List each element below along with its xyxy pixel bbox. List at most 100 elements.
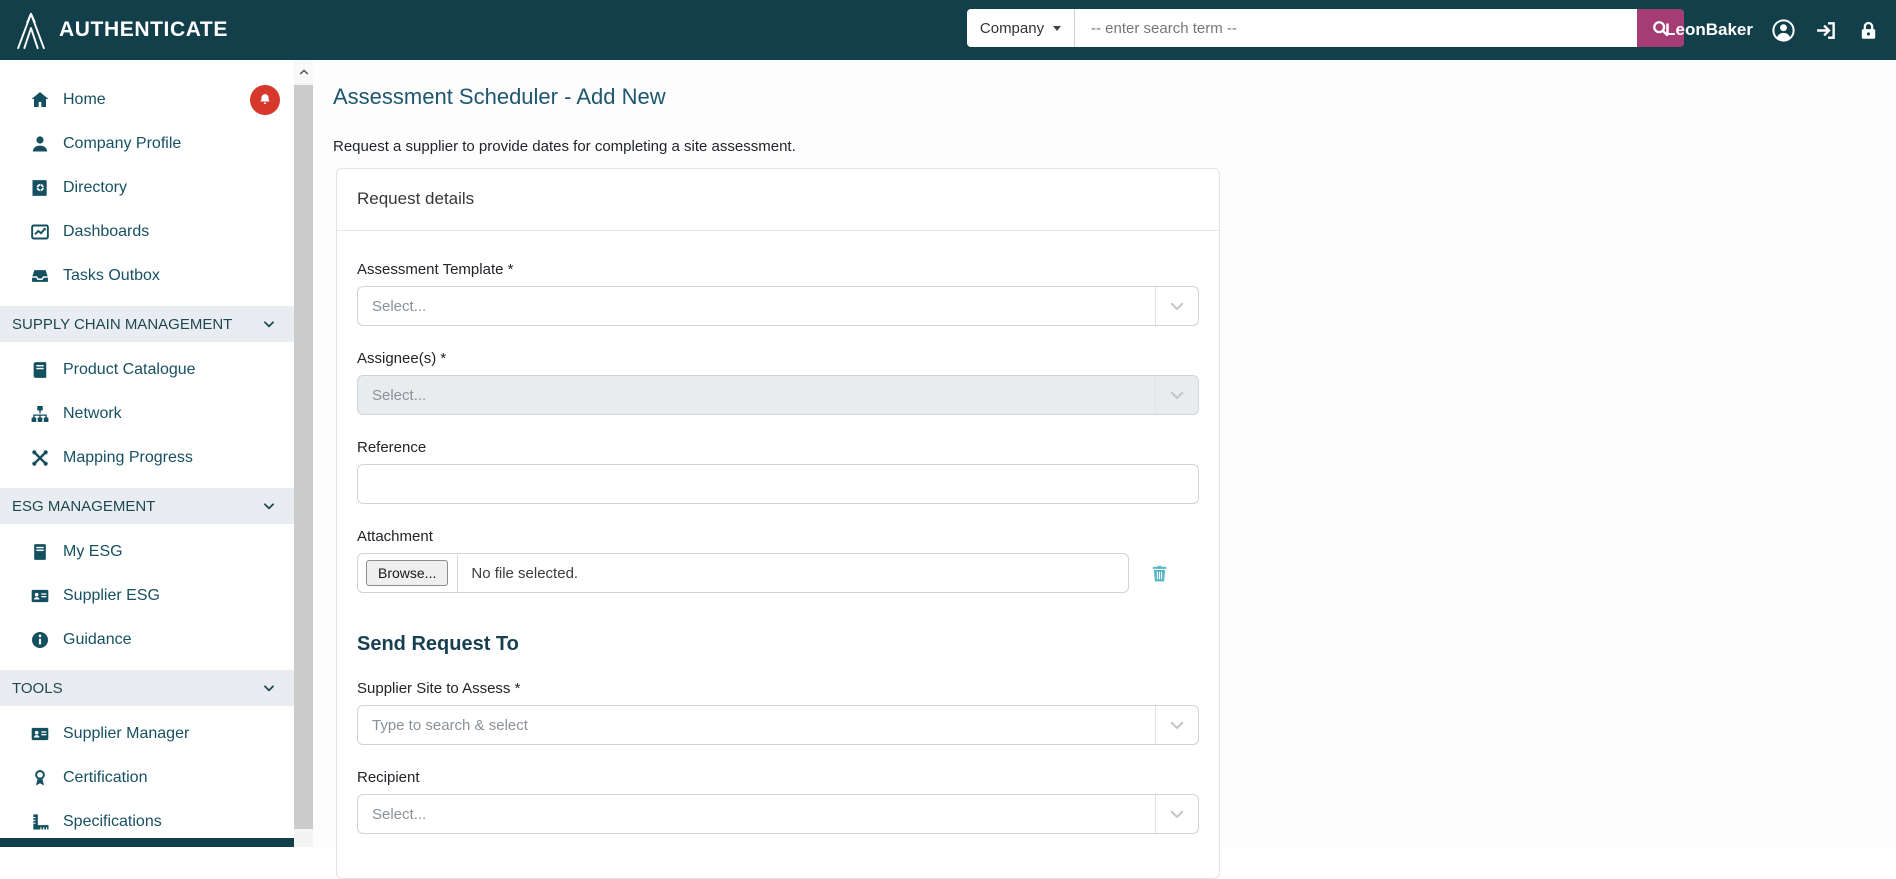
sidebar-item-home[interactable]: Home xyxy=(0,78,294,122)
id-card-icon xyxy=(30,586,50,606)
chevron-down-icon xyxy=(262,499,276,513)
selected-value: Select... xyxy=(372,805,427,823)
award-icon xyxy=(30,768,50,788)
global-search: Company xyxy=(967,9,1684,47)
trash-icon xyxy=(1152,565,1167,581)
sidebar-item-dashboards[interactable]: Dashboards xyxy=(0,210,294,254)
sidebar-item-certification[interactable]: Certification xyxy=(0,756,294,800)
page-subtitle: Request a supplier to provide dates for … xyxy=(333,138,796,155)
supplier-site-group: Supplier Site to Assess * Type to search… xyxy=(357,680,1199,745)
sidebar-section-label: TOOLS xyxy=(12,679,63,697)
sidebar-item-directory[interactable]: Directory xyxy=(0,166,294,210)
sidebar-item-product-catalogue[interactable]: Product Catalogue xyxy=(0,348,294,392)
sidebar-item-label: Specifications xyxy=(63,813,162,830)
card-header: Request details xyxy=(337,169,1219,231)
notification-badge[interactable] xyxy=(250,85,280,115)
sidebar-item-mapping-progress[interactable]: Mapping Progress xyxy=(0,436,294,480)
browse-button[interactable]: Browse... xyxy=(366,560,449,586)
attachment-group: Attachment Browse... No file selected. xyxy=(357,528,1199,593)
chart-line-icon xyxy=(30,222,50,242)
sidebar-item-label: Certification xyxy=(63,769,148,786)
recipient-label: Recipient xyxy=(357,769,420,786)
combobox-placeholder: Type to search & select xyxy=(372,716,528,734)
user-profile-icon[interactable] xyxy=(1771,18,1796,43)
assessment-template-group: Assessment Template * Select... xyxy=(357,261,1199,326)
app-header: AUTHENTICATE Company LeonBaker xyxy=(0,0,1896,60)
brand[interactable]: AUTHENTICATE xyxy=(14,0,228,60)
selected-value: Select... xyxy=(372,386,427,404)
sidebar-item-supplier-esg[interactable]: Supplier ESG xyxy=(0,574,294,618)
sidebar-item-network[interactable]: Network xyxy=(0,392,294,436)
page-title: Assessment Scheduler - Add New xyxy=(333,84,666,109)
sidebar-nav: Home Company Profile Directory Dashboard… xyxy=(0,60,294,847)
user-area: LeonBaker xyxy=(1665,0,1880,60)
search-input[interactable] xyxy=(1075,9,1637,47)
id-card-icon xyxy=(30,724,50,744)
chevron-down-icon xyxy=(1155,287,1198,325)
sidebar-item-my-esg[interactable]: My ESG xyxy=(0,530,294,574)
sidebar-section-label: SUPPLY CHAIN MANAGEMENT xyxy=(12,315,233,333)
recipient-select[interactable]: Select... xyxy=(357,794,1199,834)
search-scope-dropdown[interactable]: Company xyxy=(967,9,1075,47)
scrollbar-up-button[interactable] xyxy=(294,60,313,83)
sidebar-item-label: Company Profile xyxy=(63,135,182,152)
sidebar-bottom-strip xyxy=(0,838,294,847)
sidebar-item-company-profile[interactable]: Company Profile xyxy=(0,122,294,166)
request-details-card: Request details Assessment Template * Se… xyxy=(336,168,1220,879)
chevron-down-icon xyxy=(262,317,276,331)
crossed-tools-icon xyxy=(30,448,50,468)
sidebar-item-label: Home xyxy=(63,91,106,108)
sidebar-item-label: Supplier Manager xyxy=(63,725,190,742)
book-icon xyxy=(30,360,50,380)
info-circle-icon xyxy=(30,630,50,650)
reference-input[interactable] xyxy=(357,464,1199,504)
assignees-select[interactable]: Select... xyxy=(357,375,1199,415)
sidebar-item-label: Directory xyxy=(63,179,128,196)
username[interactable]: LeonBaker xyxy=(1665,20,1753,40)
assignees-label: Assignee(s) * xyxy=(357,350,447,367)
home-icon xyxy=(30,90,50,110)
sidebar-item-tasks-outbox[interactable]: Tasks Outbox xyxy=(0,254,294,298)
sidebar-item-label: Supplier ESG xyxy=(63,587,160,604)
authenticate-logo-icon xyxy=(14,10,48,50)
sidebar-item-guidance[interactable]: Guidance xyxy=(0,618,294,662)
sidebar-item-label: My ESG xyxy=(63,543,123,560)
sidebar-section-supply-chain-management[interactable]: SUPPLY CHAIN MANAGEMENT xyxy=(0,306,294,342)
reference-group: Reference xyxy=(357,439,1199,504)
assignees-group: Assignee(s) * Select... xyxy=(357,350,1199,415)
sign-in-icon[interactable] xyxy=(1814,18,1839,43)
address-book-icon xyxy=(30,178,50,198)
journal-icon xyxy=(30,542,50,562)
inbox-tray-icon xyxy=(30,266,50,286)
send-request-to-heading: Send Request To xyxy=(357,633,519,655)
assessment-template-label: Assessment Template * xyxy=(357,261,514,278)
brand-title: AUTHENTICATE xyxy=(59,18,228,41)
lock-icon[interactable] xyxy=(1857,19,1880,42)
selected-value: Select... xyxy=(372,297,427,315)
bell-icon xyxy=(257,92,273,108)
sidebar-section-esg-management[interactable]: ESG MANAGEMENT xyxy=(0,488,294,524)
sidebar-item-supplier-manager[interactable]: Supplier Manager xyxy=(0,712,294,756)
supplier-site-label: Supplier Site to Assess * xyxy=(357,680,521,697)
chevron-down-icon xyxy=(1155,706,1198,744)
sidebar-section-tools[interactable]: TOOLS xyxy=(0,670,294,706)
file-input-divider xyxy=(457,554,459,592)
supplier-site-combobox[interactable]: Type to search & select xyxy=(357,705,1199,745)
scrollbar-thumb[interactable] xyxy=(294,85,313,829)
assessment-template-select[interactable]: Select... xyxy=(357,286,1199,326)
sidebar-section-label: ESG MANAGEMENT xyxy=(12,497,156,515)
delete-attachment-button[interactable] xyxy=(1149,563,1170,584)
attachment-file-input[interactable]: Browse... No file selected. xyxy=(357,553,1129,593)
ruler-icon xyxy=(30,812,50,832)
page-scrollbar[interactable] xyxy=(294,60,313,847)
file-status-text: No file selected. xyxy=(471,564,579,582)
main-content: Assessment Scheduler - Add New Request a… xyxy=(313,60,1896,879)
sidebar-item-label: Mapping Progress xyxy=(63,449,193,466)
chevron-up-icon xyxy=(299,69,308,74)
attachment-label: Attachment xyxy=(357,528,433,545)
sidebar-item-label: Product Catalogue xyxy=(63,361,196,378)
person-icon xyxy=(30,134,50,154)
recipient-group: Recipient Select... xyxy=(357,769,1199,834)
sidebar-item-label: Tasks Outbox xyxy=(63,267,160,284)
sidebar-item-label: Network xyxy=(63,405,122,422)
